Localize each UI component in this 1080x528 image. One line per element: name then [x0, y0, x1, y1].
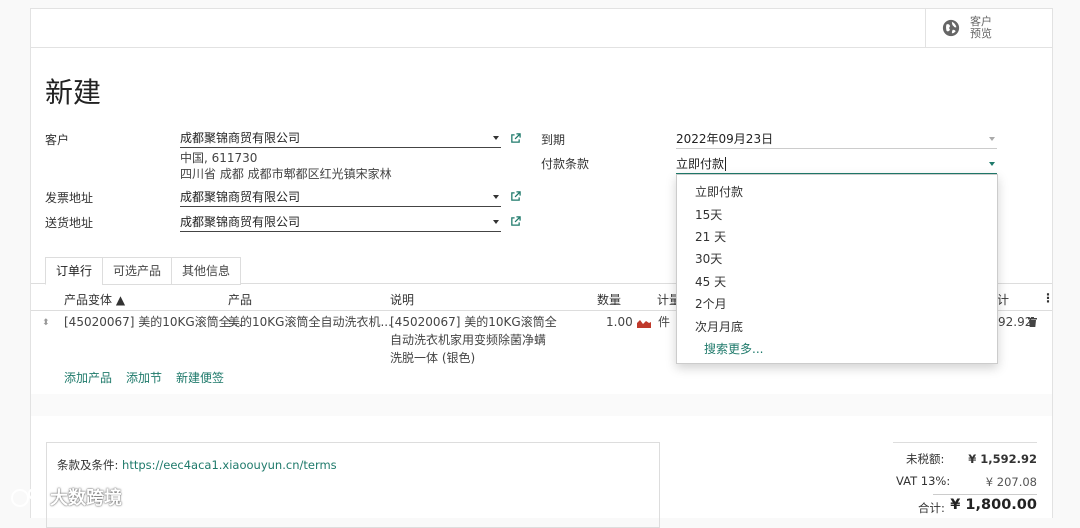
total-value: ¥ 1,800.00 — [950, 497, 1037, 513]
trash-icon[interactable] — [1028, 317, 1037, 327]
vat-label: VAT 13%: — [896, 474, 951, 488]
row-product: 美的10KG滚筒全自动洗衣机... — [228, 315, 392, 329]
description-line-2: 自动洗衣机家用变频除菌净螨 — [390, 333, 547, 347]
customer-address: 中国, 611730 四川省 成都 成都市郫都区红光镇宋家林 — [180, 150, 392, 182]
address-line-2: 四川省 成都 成都市郫都区红光镇宋家林 — [180, 167, 392, 181]
globe-icon — [942, 19, 960, 37]
external-link-icon[interactable] — [510, 133, 521, 144]
watermark-text: 大数跨境 — [50, 488, 122, 509]
dropdown-option-immediate[interactable]: 立即付款 — [695, 183, 743, 200]
watermark: 大数跨境 — [8, 484, 122, 510]
notebook-tabs: 订单行 可选产品 其他信息 — [45, 257, 242, 285]
customer-preview-label: 客户 预览 — [970, 16, 1000, 40]
description-line-1: [45020067] 美的10KG滚筒全 — [390, 315, 557, 329]
totals-summary: 未税额: ¥ 1,592.92 VAT 13%: ¥ 207.08 合计: ¥ … — [893, 442, 1037, 527]
invoice-address-label: 发票地址 — [45, 191, 94, 205]
chevron-down-icon[interactable] — [493, 136, 499, 140]
tab-other-info[interactable]: 其他信息 — [171, 257, 242, 285]
chevron-down-icon[interactable] — [989, 137, 995, 141]
payment-terms-value: 立即付款 — [676, 157, 725, 171]
terms-text: 条款及条件: https://eec4aca1.xiaoouyun.cn/ter… — [57, 457, 337, 473]
terms-url-link[interactable]: https://eec4aca1.xiaoouyun.cn/terms — [122, 458, 337, 472]
totals-divider — [933, 494, 1037, 495]
invoice-address-value: 成都聚锦商贸有限公司 — [180, 190, 301, 204]
untaxed-label: 未税额: — [906, 452, 945, 466]
delivery-address-field[interactable]: 成都聚锦商贸有限公司 — [180, 214, 501, 232]
untaxed-value: ¥ 1,592.92 — [968, 452, 1037, 466]
vat-value: ¥ 207.08 — [985, 475, 1037, 489]
col-product[interactable]: 产品 — [228, 291, 252, 308]
row-description: [45020067] 美的10KG滚筒全 自动洗衣机家用变频除菌净螨 洗脱一体 … — [390, 313, 557, 367]
add-note-link[interactable]: 新建便签 — [176, 369, 224, 386]
customer-label: 客户 — [45, 133, 70, 147]
chevron-down-icon[interactable] — [989, 162, 995, 166]
add-section-link[interactable]: 添加节 — [126, 369, 162, 386]
external-link-icon[interactable] — [510, 191, 521, 202]
description-line-3: 洗脱一体 (银色) — [390, 351, 476, 365]
column-options-icon[interactable]: ⋮ — [1042, 291, 1054, 305]
tab-order-lines[interactable]: 订单行 — [45, 257, 104, 285]
dropdown-search-more[interactable]: 搜索更多... — [704, 340, 763, 357]
col-subtotal[interactable]: 计 — [997, 291, 1009, 308]
col-product-variant[interactable]: 产品变体 ▲ — [64, 291, 125, 308]
dropdown-option-45-days[interactable]: 45 天 — [695, 273, 726, 290]
payment-terms-dropdown: 立即付款 15天 21 天 30天 45 天 2个月 次月月底 搜索更多... — [676, 174, 998, 364]
preview-label-line2: 预览 — [970, 27, 992, 40]
watermark-logo-icon — [11, 488, 46, 507]
total-label: 合计: — [918, 501, 945, 515]
add-product-link[interactable]: 添加产品 — [64, 369, 112, 386]
col-quantity[interactable]: 数量 — [597, 291, 621, 308]
chevron-down-icon[interactable] — [493, 195, 499, 199]
table-footer-strip — [31, 394, 1052, 416]
terms-label: 条款及条件: — [57, 458, 123, 472]
drag-handle-icon[interactable]: ⬍ — [42, 314, 50, 332]
payment-terms-input[interactable]: 立即付款 — [676, 156, 997, 174]
dropdown-option-15-days[interactable]: 15天 — [695, 206, 722, 223]
customer-field[interactable]: 成都聚锦商贸有限公司 — [180, 130, 501, 148]
dropdown-option-21-days[interactable]: 21 天 — [695, 228, 726, 245]
invoice-address-field[interactable]: 成都聚锦商贸有限公司 — [180, 189, 501, 207]
payment-terms-label: 付款条款 — [541, 157, 590, 171]
customer-value: 成都聚锦商贸有限公司 — [180, 131, 301, 145]
customer-preview-button[interactable]: 客户 预览 — [925, 9, 1052, 47]
row-quantity: 1.00 — [606, 315, 633, 329]
external-link-icon[interactable] — [510, 216, 521, 227]
chevron-down-icon[interactable] — [493, 220, 499, 224]
delivery-address-label: 送货地址 — [45, 216, 94, 230]
delivery-address-value: 成都聚锦商贸有限公司 — [180, 215, 301, 229]
row-uom: 件 — [658, 315, 671, 329]
control-panel: 客户 预览 — [31, 9, 1052, 48]
dropdown-option-30-days[interactable]: 30天 — [695, 250, 722, 267]
dropdown-option-end-of-next-month[interactable]: 次月月底 — [695, 318, 743, 335]
expiry-value: 2022年09月23日 — [676, 132, 774, 146]
col-description[interactable]: 说明 — [390, 291, 414, 308]
tab-optional-products[interactable]: 可选产品 — [102, 257, 173, 285]
dropdown-option-2-months[interactable]: 2个月 — [695, 295, 727, 312]
table-add-links: 添加产品 添加节 新建便签 — [64, 369, 224, 386]
forecast-chart-icon[interactable] — [637, 318, 651, 328]
address-line-1: 中国, 611730 — [180, 151, 258, 165]
terms-field[interactable]: 条款及条件: https://eec4aca1.xiaoouyun.cn/ter… — [46, 442, 660, 528]
expiry-date-field[interactable]: 2022年09月23日 — [676, 131, 997, 149]
row-variant: [45020067] 美的10KG滚筒全... — [64, 315, 243, 329]
page-title: 新建 — [45, 76, 102, 109]
text-cursor — [725, 157, 727, 171]
expiry-label: 到期 — [541, 133, 566, 147]
